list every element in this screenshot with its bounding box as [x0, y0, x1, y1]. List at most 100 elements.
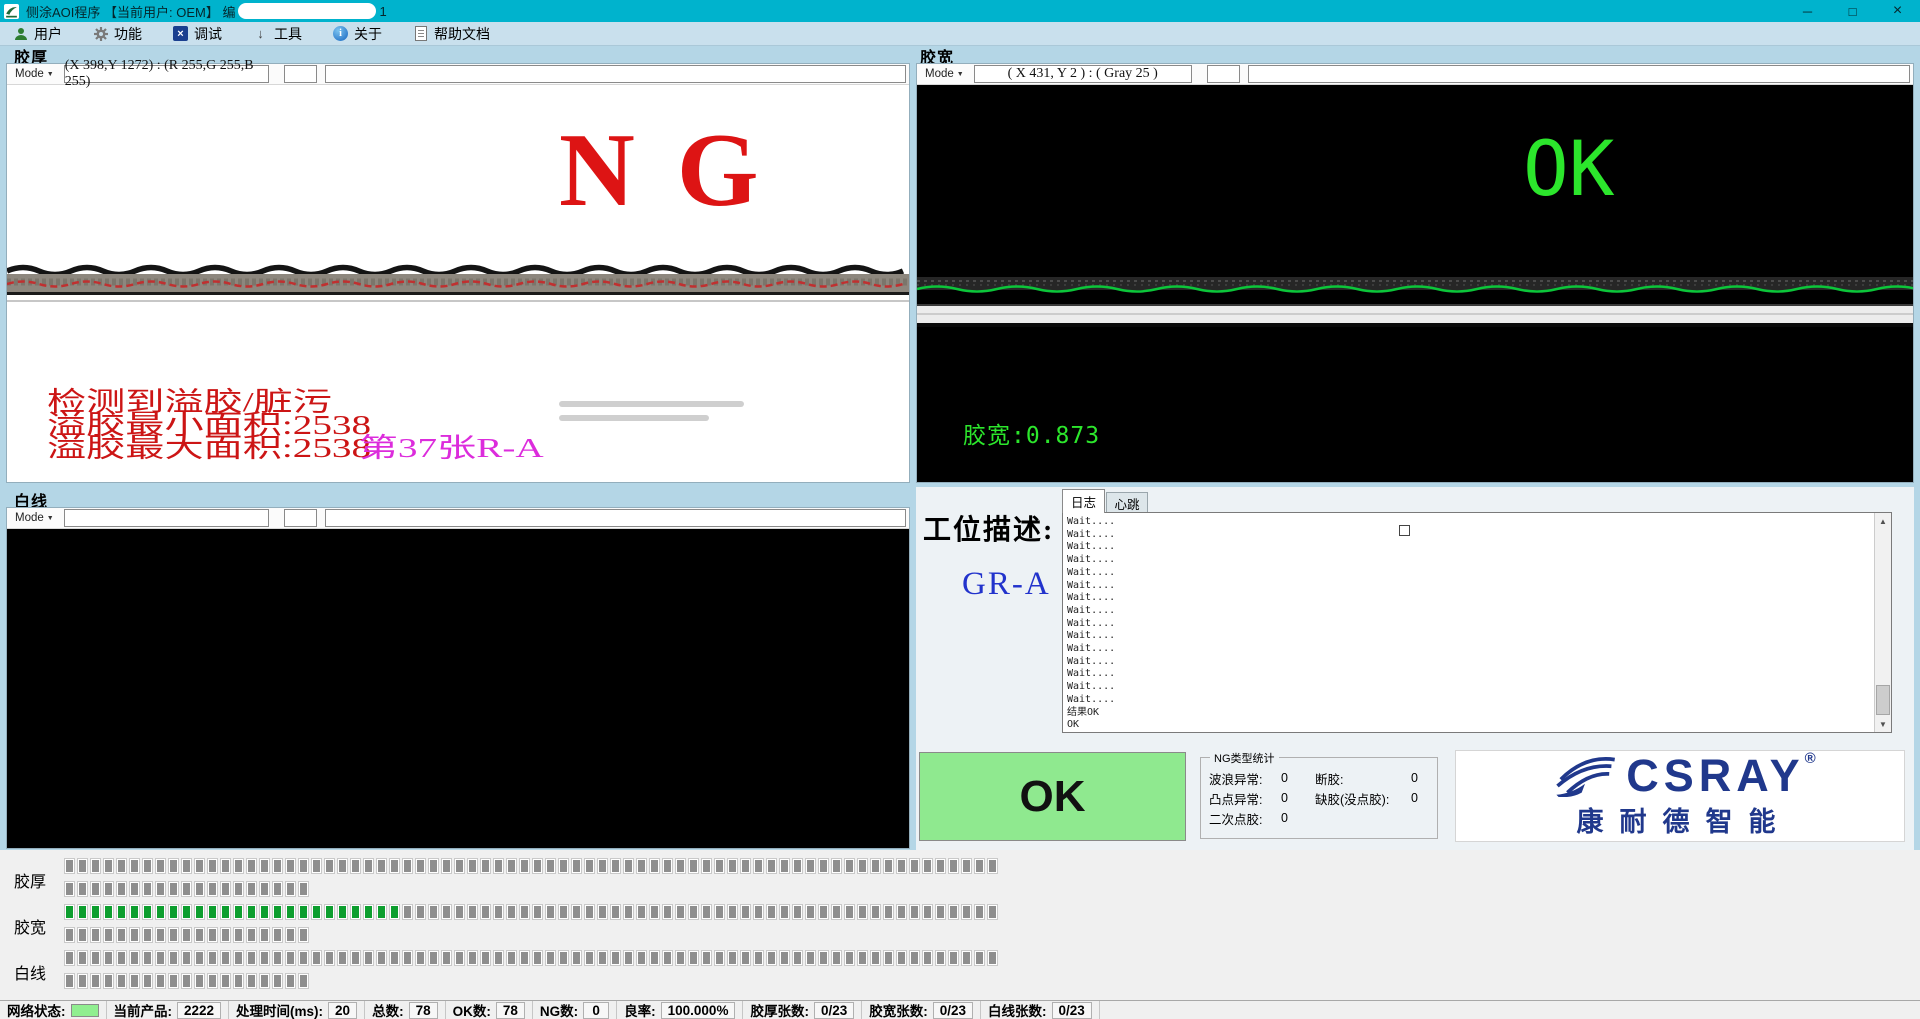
overall-result-indicator[interactable]: OK [919, 752, 1186, 841]
tab-heartbeat[interactable]: 心跳 [1106, 492, 1148, 513]
indicator-cell [493, 950, 504, 966]
indicator-cell [961, 904, 972, 920]
indicator-cell [324, 858, 335, 874]
indicator-cell [727, 904, 738, 920]
menu-item-about[interactable]: i 关于 [328, 22, 386, 46]
indicator-cell [662, 950, 673, 966]
indicator-cell [298, 904, 309, 920]
indicator-cell [168, 858, 179, 874]
indicator-cell [454, 858, 465, 874]
indicator-cell [194, 881, 205, 897]
indicator-cell [129, 904, 140, 920]
indicator-cell [935, 950, 946, 966]
menu-item-user[interactable]: 用户 [8, 22, 66, 46]
scroll-up-icon[interactable]: ▲ [1875, 513, 1891, 529]
stat-label: 二次点胶: [1209, 809, 1281, 828]
indicator-cell [363, 858, 374, 874]
indicator-cell [428, 950, 439, 966]
about-icon: i [332, 25, 349, 42]
indicator-cell [792, 858, 803, 874]
readout-box-wide [325, 65, 906, 83]
debug-icon: × [172, 25, 189, 42]
indicator-cell [857, 858, 868, 874]
menu-label: 功能 [114, 24, 142, 44]
indicator-cell [129, 881, 140, 897]
window-title-tail: 1 [379, 4, 386, 19]
menu-item-debug[interactable]: × 调试 [168, 22, 226, 46]
indicator-cell [246, 858, 257, 874]
indicator-cell [532, 858, 543, 874]
scroll-down-icon[interactable]: ▼ [1875, 716, 1891, 732]
mode-dropdown[interactable]: Mode▼ [7, 512, 58, 524]
indicator-cell [298, 927, 309, 943]
indicator-cell [168, 881, 179, 897]
indicator-cell [116, 973, 127, 989]
indicator-cell [675, 904, 686, 920]
indicator-cell [194, 927, 205, 943]
indicator-cell [181, 858, 192, 874]
indicator-cell [974, 858, 985, 874]
indicator-cell [883, 858, 894, 874]
glue-strip-graphic [7, 263, 909, 307]
menu-label: 工具 [274, 24, 302, 44]
result-text-ok: OK [1523, 131, 1615, 207]
indicator-cell [103, 950, 114, 966]
indicator-cell [129, 950, 140, 966]
indicator-cell [350, 950, 361, 966]
user-icon [12, 25, 29, 42]
status-value: 78 [409, 1002, 438, 1019]
app-logo-icon [4, 4, 19, 19]
maximize-button[interactable]: □ [1830, 0, 1875, 22]
indicator-cell [467, 858, 478, 874]
indicator-cell [779, 858, 790, 874]
indicator-cell [233, 950, 244, 966]
menu-label: 调试 [194, 24, 222, 44]
indicator-cell [272, 927, 283, 943]
indicator-cell [519, 904, 530, 920]
indicator-cell [519, 858, 530, 874]
indicator-cell [155, 973, 166, 989]
log-checkbox[interactable] [1399, 525, 1410, 536]
tab-log[interactable]: 日志 [1062, 489, 1105, 513]
indicator-cell [935, 904, 946, 920]
indicator-cell [701, 950, 712, 966]
mode-dropdown[interactable]: Mode▼ [917, 68, 968, 80]
indicator-cell [285, 881, 296, 897]
indicator-cell [740, 950, 751, 966]
minimize-button[interactable]: ─ [1785, 0, 1830, 22]
indicator-cell [818, 904, 829, 920]
indicator-cell [220, 927, 231, 943]
indicator-cell [558, 858, 569, 874]
indicator-cell [753, 904, 764, 920]
indicator-cell [324, 904, 335, 920]
status-label: 胶宽张数: [869, 1000, 928, 1019]
status-label: 网络状态: [7, 1000, 66, 1019]
glue-thickness-image[interactable]: NG 检测到溢胶/脏污 溢胶最小面积:2538 溢胶最大面积:2538 第37张… [7, 85, 909, 482]
white-line-image[interactable] [7, 529, 909, 848]
mode-dropdown[interactable]: Mode▼ [7, 68, 58, 80]
glue-width-image[interactable]: OK 胶宽:0.873 [917, 85, 1913, 482]
status-value: 0/23 [1052, 1002, 1092, 1019]
indicator-cell [545, 904, 556, 920]
indicator-cell [896, 858, 907, 874]
menu-item-help-doc[interactable]: 帮助文档 [408, 22, 494, 46]
indicator-cell [181, 950, 192, 966]
log-scrollbar[interactable]: ▲ ▼ [1874, 513, 1891, 732]
log-panel[interactable]: Wait....Wait....Wait....Wait....Wait....… [1062, 512, 1892, 733]
indicator-cell [467, 904, 478, 920]
close-button[interactable]: × [1875, 0, 1920, 22]
menu-item-tools[interactable]: ↓ 工具 [248, 22, 306, 46]
scrollbar-thumb[interactable] [1876, 685, 1890, 715]
chevron-down-icon: ▼ [47, 515, 54, 522]
indicator-cell [558, 904, 569, 920]
indicator-cell [90, 950, 101, 966]
indicator-cell [285, 927, 296, 943]
white-line-mode-row: Mode▼ [7, 508, 909, 529]
indicator-cell [844, 904, 855, 920]
indicator-cell [818, 950, 829, 966]
stat-label: 凸点异常: [1209, 789, 1281, 808]
menu-item-functions[interactable]: 功能 [88, 22, 146, 46]
indicator-row [64, 858, 998, 874]
indicator-cell [90, 927, 101, 943]
indicator-cell [77, 950, 88, 966]
